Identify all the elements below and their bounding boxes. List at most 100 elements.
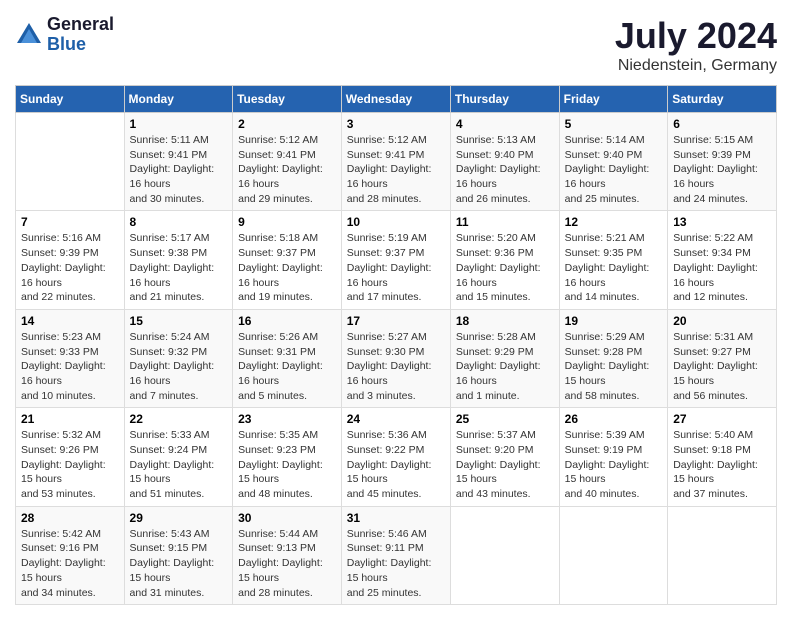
calendar-cell: 1 Sunrise: 5:11 AMSunset: 9:41 PMDaylight… [124,113,233,211]
day-number: 13 [673,215,771,229]
calendar-cell: 28 Sunrise: 5:42 AMSunset: 9:16 PMDayligh… [16,506,125,604]
day-number: 4 [456,117,554,131]
col-monday: Monday [124,86,233,113]
calendar-cell: 11 Sunrise: 5:20 AMSunset: 9:36 PMDayligh… [450,211,559,309]
day-number: 11 [456,215,554,229]
day-info: Sunrise: 5:37 AMSunset: 9:20 PMDaylight:… [456,428,554,501]
logo-text: General Blue [47,15,114,55]
calendar-body: 1 Sunrise: 5:11 AMSunset: 9:41 PMDaylight… [16,113,777,605]
day-info: Sunrise: 5:13 AMSunset: 9:40 PMDaylight:… [456,133,554,206]
day-number: 3 [347,117,445,131]
day-info: Sunrise: 5:31 AMSunset: 9:27 PMDaylight:… [673,330,771,403]
day-number: 2 [238,117,336,131]
day-number: 23 [238,412,336,426]
day-info: Sunrise: 5:33 AMSunset: 9:24 PMDaylight:… [130,428,228,501]
day-info: Sunrise: 5:46 AMSunset: 9:11 PMDaylight:… [347,527,445,600]
day-number: 18 [456,314,554,328]
day-info: Sunrise: 5:36 AMSunset: 9:22 PMDaylight:… [347,428,445,501]
calendar-cell: 14Sunrise: 5:23 AMSunset: 9:33 PMDayligh… [16,309,125,407]
day-info: Sunrise: 5:17 AMSunset: 9:38 PMDaylight:… [130,231,228,304]
day-number: 9 [238,215,336,229]
calendar-cell: 23 Sunrise: 5:35 AMSunset: 9:23 PMDayligh… [233,408,342,506]
day-number: 5 [565,117,663,131]
header-row: Sunday Monday Tuesday Wednesday Thursday… [16,86,777,113]
calendar-week-2: 7 Sunrise: 5:16 AMSunset: 9:39 PMDaylight… [16,211,777,309]
calendar-cell: 9 Sunrise: 5:18 AMSunset: 9:37 PMDaylight… [233,211,342,309]
col-tuesday: Tuesday [233,86,342,113]
calendar-cell [668,506,777,604]
day-number: 28 [21,511,119,525]
day-info: Sunrise: 5:43 AMSunset: 9:15 PMDaylight:… [130,527,228,600]
day-number: 15 [130,314,228,328]
calendar-cell: 20 Sunrise: 5:31 AMSunset: 9:27 PMDayligh… [668,309,777,407]
day-info: Sunrise: 5:39 AMSunset: 9:19 PMDaylight:… [565,428,663,501]
day-number: 20 [673,314,771,328]
col-sunday: Sunday [16,86,125,113]
logo-icon [15,21,43,49]
calendar-cell: 16Sunrise: 5:26 AMSunset: 9:31 PMDayligh… [233,309,342,407]
day-number: 7 [21,215,119,229]
day-number: 12 [565,215,663,229]
day-info: Sunrise: 5:19 AMSunset: 9:37 PMDaylight:… [347,231,445,304]
day-info: Sunrise: 5:42 AMSunset: 9:16 PMDaylight:… [21,527,119,600]
day-info: Sunrise: 5:14 AMSunset: 9:40 PMDaylight:… [565,133,663,206]
day-info: Sunrise: 5:40 AMSunset: 9:18 PMDaylight:… [673,428,771,501]
calendar-week-3: 14Sunrise: 5:23 AMSunset: 9:33 PMDayligh… [16,309,777,407]
calendar-week-4: 21 Sunrise: 5:32 AMSunset: 9:26 PMDayligh… [16,408,777,506]
day-number: 6 [673,117,771,131]
day-info: Sunrise: 5:23 AMSunset: 9:33 PMDaylight:… [21,330,119,403]
calendar-cell: 4 Sunrise: 5:13 AMSunset: 9:40 PMDaylight… [450,113,559,211]
calendar-cell: 22 Sunrise: 5:33 AMSunset: 9:24 PMDayligh… [124,408,233,506]
day-info: Sunrise: 5:20 AMSunset: 9:36 PMDaylight:… [456,231,554,304]
calendar-cell: 6 Sunrise: 5:15 AMSunset: 9:39 PMDaylight… [668,113,777,211]
calendar-cell: 10 Sunrise: 5:19 AMSunset: 9:37 PMDayligh… [341,211,450,309]
col-saturday: Saturday [668,86,777,113]
day-info: Sunrise: 5:21 AMSunset: 9:35 PMDaylight:… [565,231,663,304]
day-number: 27 [673,412,771,426]
calendar-cell [16,113,125,211]
day-info: Sunrise: 5:12 AMSunset: 9:41 PMDaylight:… [238,133,336,206]
day-number: 22 [130,412,228,426]
calendar-cell: 2 Sunrise: 5:12 AMSunset: 9:41 PMDaylight… [233,113,342,211]
calendar-week-5: 28 Sunrise: 5:42 AMSunset: 9:16 PMDayligh… [16,506,777,604]
calendar-cell: 18Sunrise: 5:28 AMSunset: 9:29 PMDayligh… [450,309,559,407]
calendar-cell: 29Sunrise: 5:43 AMSunset: 9:15 PMDayligh… [124,506,233,604]
day-info: Sunrise: 5:11 AMSunset: 9:41 PMDaylight:… [130,133,228,206]
day-info: Sunrise: 5:27 AMSunset: 9:30 PMDaylight:… [347,330,445,403]
day-number: 30 [238,511,336,525]
calendar-cell: 27 Sunrise: 5:40 AMSunset: 9:18 PMDayligh… [668,408,777,506]
day-number: 10 [347,215,445,229]
day-number: 21 [21,412,119,426]
calendar-cell: 13Sunrise: 5:22 AMSunset: 9:34 PMDayligh… [668,211,777,309]
calendar-cell: 17Sunrise: 5:27 AMSunset: 9:30 PMDayligh… [341,309,450,407]
logo: General Blue [15,15,114,55]
calendar-cell: 24Sunrise: 5:36 AMSunset: 9:22 PMDayligh… [341,408,450,506]
calendar-cell: 21 Sunrise: 5:32 AMSunset: 9:26 PMDayligh… [16,408,125,506]
day-number: 8 [130,215,228,229]
calendar-cell: 7 Sunrise: 5:16 AMSunset: 9:39 PMDaylight… [16,211,125,309]
day-info: Sunrise: 5:44 AMSunset: 9:13 PMDaylight:… [238,527,336,600]
col-wednesday: Wednesday [341,86,450,113]
title-block: July 2024 Niedenstein, Germany [615,15,777,75]
day-info: Sunrise: 5:15 AMSunset: 9:39 PMDaylight:… [673,133,771,206]
day-info: Sunrise: 5:16 AMSunset: 9:39 PMDaylight:… [21,231,119,304]
calendar-cell: 15Sunrise: 5:24 AMSunset: 9:32 PMDayligh… [124,309,233,407]
day-info: Sunrise: 5:35 AMSunset: 9:23 PMDaylight:… [238,428,336,501]
header: General Blue July 2024 Niedenstein, Germ… [15,15,777,75]
calendar-cell: 30 Sunrise: 5:44 AMSunset: 9:13 PMDayligh… [233,506,342,604]
day-number: 31 [347,511,445,525]
calendar-header: Sunday Monday Tuesday Wednesday Thursday… [16,86,777,113]
day-number: 19 [565,314,663,328]
calendar-cell: 19Sunrise: 5:29 AMSunset: 9:28 PMDayligh… [559,309,668,407]
calendar-week-1: 1 Sunrise: 5:11 AMSunset: 9:41 PMDaylight… [16,113,777,211]
day-info: Sunrise: 5:32 AMSunset: 9:26 PMDaylight:… [21,428,119,501]
calendar-cell: 5 Sunrise: 5:14 AMSunset: 9:40 PMDaylight… [559,113,668,211]
calendar-cell: 31 Sunrise: 5:46 AMSunset: 9:11 PMDayligh… [341,506,450,604]
day-number: 26 [565,412,663,426]
day-info: Sunrise: 5:18 AMSunset: 9:37 PMDaylight:… [238,231,336,304]
calendar-cell [559,506,668,604]
day-number: 1 [130,117,228,131]
col-friday: Friday [559,86,668,113]
calendar-cell: 12 Sunrise: 5:21 AMSunset: 9:35 PMDayligh… [559,211,668,309]
month-year-title: July 2024 [615,15,777,57]
